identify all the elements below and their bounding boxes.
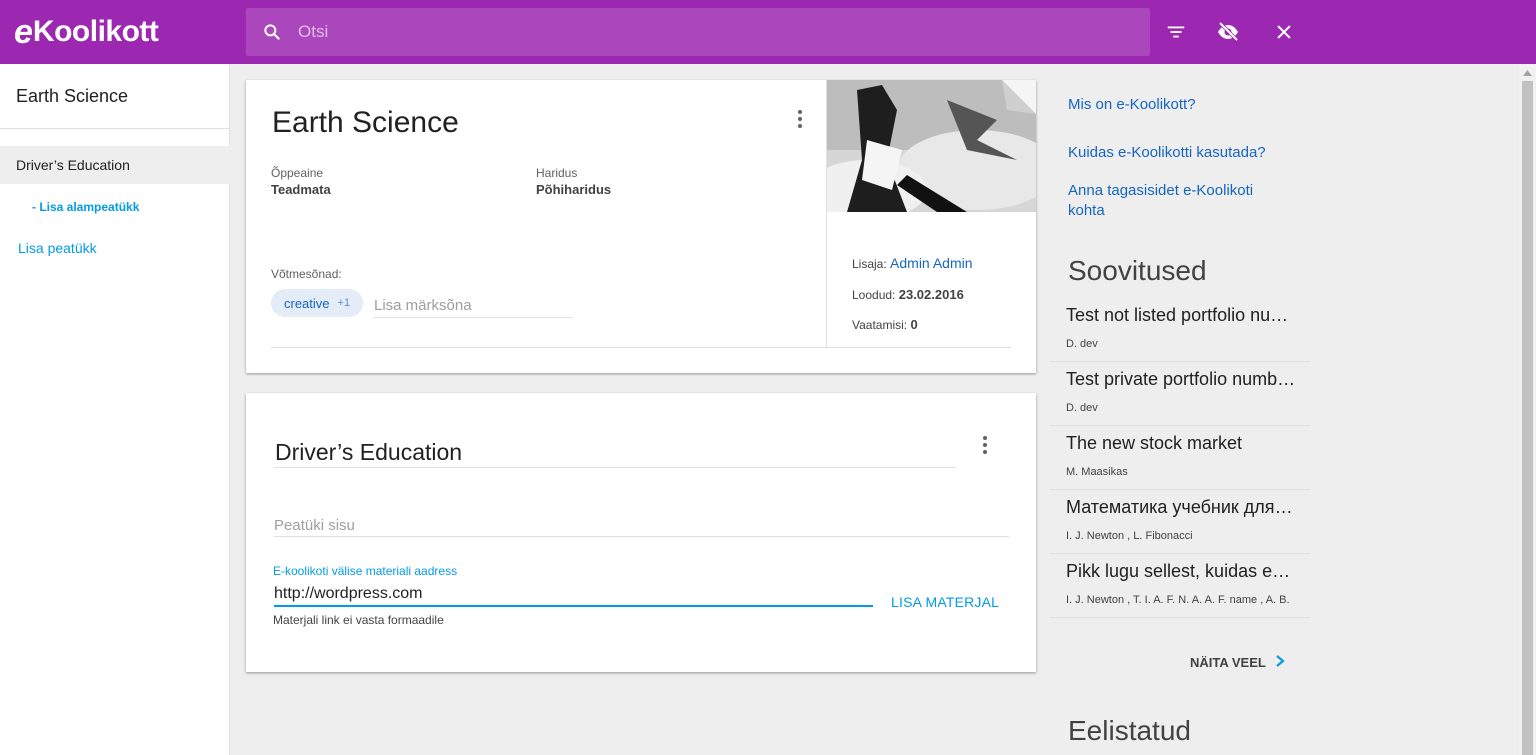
add-chapter-link[interactable]: Lisa peatükk (18, 240, 97, 256)
recommendation-authors: M. Maasikas (1066, 466, 1128, 478)
scrollbar-thumb[interactable] (1522, 81, 1533, 755)
list-item[interactable]: Математика учебник для 8-го класса I. J.… (1050, 490, 1310, 554)
add-material-button[interactable]: LISA MATERJAL (891, 594, 999, 610)
views-label: Vaatamisi: (852, 318, 908, 332)
list-item[interactable]: The new stock market M. Maasikas (1050, 426, 1310, 490)
recommendation-authors: I. J. Newton , T. I. A. F. N. A. A. F. n… (1066, 594, 1290, 606)
chapter-content-input[interactable] (274, 515, 1009, 537)
keyword-chip-label: creative (284, 295, 330, 311)
recommendation-title: The new stock market (1066, 433, 1243, 453)
more-vert-icon[interactable] (788, 107, 812, 131)
filter-icon[interactable] (1164, 20, 1188, 44)
keyword-more-count[interactable]: +1 (338, 297, 351, 309)
sidebar-item-chapter[interactable]: Driver’s Education (0, 146, 230, 184)
subject-label: Õppeaine (271, 166, 324, 180)
sidebar-title[interactable]: Earth Science (16, 86, 128, 107)
material-url-hint: Materjali link ei vasta formaadile (273, 613, 444, 627)
created-row: Loodud: 23.02.2016 (852, 287, 964, 302)
recommendation-authors: D. dev (1066, 402, 1098, 414)
list-item[interactable]: Test not listed portfolio number 3 D. de… (1050, 298, 1310, 362)
close-icon[interactable] (1272, 20, 1296, 44)
material-url-input[interactable] (274, 583, 873, 607)
recommendation-title: Test private portfolio number 3 (1066, 369, 1296, 389)
favorites-title: Eelistatud (1068, 715, 1191, 746)
creator-row: Lisaja: Admin Admin (852, 255, 973, 271)
divider (274, 467, 956, 468)
keyword-input[interactable] (374, 294, 573, 318)
search-input[interactable] (298, 22, 1098, 42)
list-item[interactable]: Test private portfolio number 3 D. dev (1050, 362, 1310, 426)
help-link-what-is[interactable]: Mis on e-Koolikott? (1068, 95, 1196, 115)
recommendation-title: Pikk lugu sellest, kuidas erinevad asjad (1066, 561, 1296, 581)
creator-label: Lisaja: (852, 257, 887, 271)
divider (271, 347, 1011, 348)
chapter-title-input[interactable]: Driver’s Education (275, 439, 462, 466)
more-vert-icon[interactable] (973, 433, 997, 457)
chevron-right-icon (1274, 654, 1286, 671)
search-bar[interactable] (246, 8, 1150, 56)
show-more-button[interactable]: NÄITA VEEL (1190, 654, 1286, 671)
portfolio-thumbnail[interactable] (827, 80, 1036, 212)
creator-link[interactable]: Admin Admin (890, 255, 972, 271)
keyword-chip[interactable]: creative +1 (271, 289, 364, 317)
scroll-up-arrow-icon[interactable] (1519, 64, 1536, 81)
recommendations-title: Soovitused (1068, 255, 1207, 286)
visibility-off-icon[interactable] (1216, 20, 1240, 44)
views-value: 0 (910, 317, 918, 332)
subject-value: Teadmata (271, 182, 331, 197)
material-url-label: E-koolikoti välise materiali aadress (273, 564, 458, 578)
recommendation-title: Test not listed portfolio number 3 (1066, 305, 1296, 325)
education-value: Põhiharidus (536, 182, 612, 197)
recommendation-authors: I. J. Newton , L. Fibonacci (1066, 530, 1193, 542)
help-link-how-to-use[interactable]: Kuidas e-Koolikotti kasutada? (1068, 143, 1266, 163)
created-label: Loodud: (852, 288, 896, 302)
views-row: Vaatamisi: 0 (852, 317, 918, 332)
search-icon (260, 20, 284, 44)
recommendation-authors: D. dev (1066, 338, 1098, 350)
recommendation-title: Математика учебник для 8-го класса (1066, 497, 1296, 517)
list-item[interactable]: Pikk lugu sellest, kuidas erinevad asjad… (1050, 554, 1310, 618)
logo-text: Koolikott (32, 15, 159, 48)
keywords-label: Võtmesõnad: (271, 267, 342, 281)
sidebar-divider (0, 128, 230, 129)
logo-e-mark: e (14, 13, 33, 51)
created-value: 23.02.2016 (898, 287, 964, 302)
show-more-label: NÄITA VEEL (1190, 655, 1266, 670)
chapter-card: Driver’s Education E-koolikoti välise ma… (246, 393, 1036, 672)
sidebar: Earth Science Driver’s Education - Lisa … (0, 64, 230, 755)
portfolio-card: Earth Science Õppeaine Teadmata Haridus … (246, 80, 1036, 373)
top-app-bar: e Koolikott (0, 0, 1536, 64)
portfolio-title: Earth Science (272, 106, 459, 139)
scrollbar[interactable] (1519, 64, 1536, 755)
add-subchapter-link[interactable]: - Lisa alampeatükk (32, 200, 139, 214)
education-label: Haridus (536, 166, 578, 180)
feedback-link[interactable]: Anna tagasisidet e-Koolikoti kohta (1068, 181, 1288, 221)
logo[interactable]: e Koolikott (14, 12, 159, 52)
